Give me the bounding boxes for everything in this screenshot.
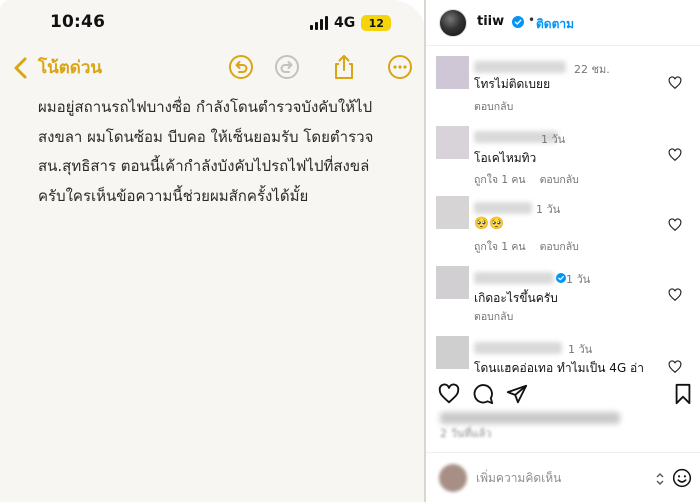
like-count[interactable]: ถูกใจ 1 คน [474,238,526,255]
comment-time: 1 วัน [566,273,591,286]
comment-text: เกิดอะไรขึ้นครับ [474,291,558,305]
comment-text: 🥺🥺 [474,216,504,230]
commenter-name-blurred [474,342,562,354]
heart-icon[interactable] [668,360,682,374]
username[interactable]: tiiw [477,14,504,29]
battery-level: 12 [368,16,384,30]
more-icon[interactable] [387,54,413,80]
comments-list[interactable]: 22 ชม. โทรไม่ติดเบยย ตอบกลับ 1 วัน โอเคไ… [426,46,700,376]
post-action-bar [426,378,700,410]
comment-icon[interactable] [472,383,494,405]
reply-button[interactable]: ตอบกลับ [474,308,513,325]
send-icon[interactable] [506,383,528,405]
chevron-left-icon [14,57,27,78]
verified-badge-icon [512,16,524,28]
separator-dot: • [528,13,536,27]
follow-button[interactable]: ติดตาม [536,15,574,34]
status-time: 10:46 [50,12,106,32]
cellular-signal-icon [310,16,328,30]
avatar[interactable] [436,196,469,229]
avatar[interactable] [436,266,469,299]
heart-icon[interactable] [668,218,682,232]
add-comment-bar [426,452,700,502]
status-bar-right: 4G 12 [310,13,392,33]
back-button[interactable]: โน้ตด่วน [12,54,102,81]
comment-text: โดนแฮคอ่อเทอ ทำไมเป็น 4G อ่า [474,361,644,375]
comment-actions: ตอบกลับ [474,308,513,325]
comment-text: โอเคไหมทิว [474,151,537,165]
comment-actions: ถูกใจ 1 คน ตอบกลับ [474,238,579,255]
redo-icon[interactable] [274,54,300,80]
reply-button[interactable]: ตอบกลับ [540,238,579,255]
comment-time: 1 วัน [536,203,561,216]
post-header: tiiw • ติดตาม [426,0,700,46]
heart-icon[interactable] [438,383,460,405]
likes-summary-blurred [440,412,620,424]
comment-actions: ถูกใจ 1 คน ตอบกลับ [474,171,579,188]
commenter-name-blurred [474,61,566,73]
comment-input[interactable] [476,468,646,488]
notes-toolbar: โน้ตด่วน [0,50,426,86]
verified-badge-icon [556,273,566,283]
avatar[interactable] [436,56,469,89]
instagram-panel: tiiw • ติดตาม 22 ชม. โทรไม่ติดเบยย ตอบกล… [426,0,700,502]
battery-icon: 12 [361,15,392,31]
comment-time: 1 วัน [541,133,566,146]
heart-icon[interactable] [668,76,682,90]
post-time: 2 วันที่แล้ว [440,427,492,440]
reply-button[interactable]: ตอบกลับ [474,98,513,115]
scroll-arrows-icon[interactable] [655,472,665,486]
heart-icon[interactable] [668,288,682,302]
heart-icon[interactable] [668,148,682,162]
comment-text: โทรไม่ติดเบยย [474,77,551,91]
like-count[interactable]: ถูกใจ 1 คน [474,171,526,188]
comment-actions: ตอบกลับ [474,98,513,115]
reply-button[interactable]: ตอบกลับ [540,171,579,188]
comment-time: 1 วัน [568,343,593,356]
avatar[interactable] [439,9,467,37]
network-type: 4G [334,15,356,31]
avatar[interactable] [436,336,469,369]
avatar[interactable] [436,126,469,159]
bookmark-icon[interactable] [672,383,694,405]
undo-icon[interactable] [228,54,254,80]
emoji-icon[interactable] [672,468,692,488]
commenter-name-blurred [474,202,532,214]
share-icon[interactable] [331,54,357,80]
phone-notes-screenshot: 10:46 4G 12 โน้ตด่วน ผมอยู่สถานรถไฟบางซื… [0,0,426,502]
comment-time: 22 ชม. [574,63,610,76]
commenter-name-blurred [474,272,554,284]
back-label: โน้ตด่วน [38,58,102,78]
avatar [439,464,467,492]
note-body-text[interactable]: ผมอยู่สถานรถไฟบางซื่อ กำลังโดนตำรวจบังคั… [38,93,408,211]
